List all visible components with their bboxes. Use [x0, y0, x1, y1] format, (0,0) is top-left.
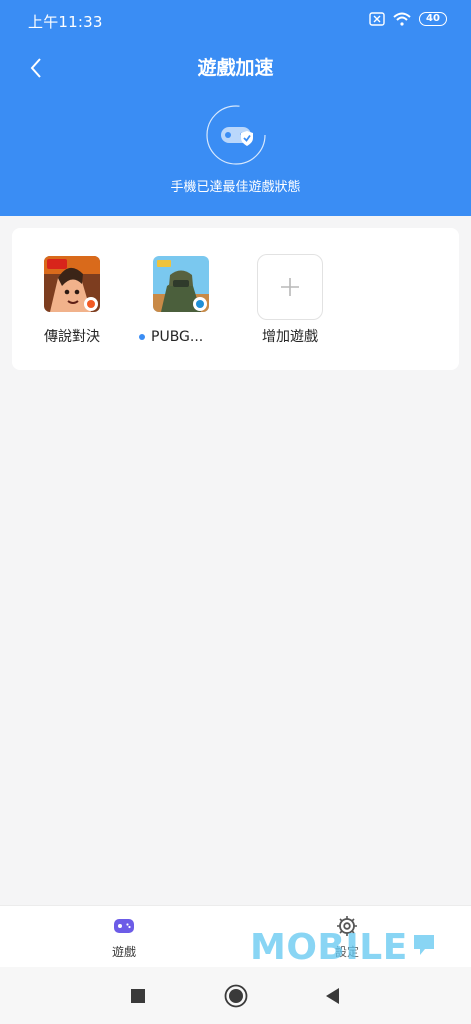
game-icon-pubg[interactable]	[153, 256, 209, 312]
system-nav-bar	[0, 967, 471, 1024]
tab-games-label: 遊戲	[111, 945, 136, 959]
add-game-button[interactable]	[257, 254, 323, 320]
watermark: MOBILE	[250, 929, 440, 969]
game-item-pubg[interactable]: PUBG...	[131, 256, 231, 350]
plus-icon	[281, 278, 299, 296]
watermark-text: MOBILE	[250, 927, 408, 968]
accelerated-status-dot	[139, 334, 145, 340]
status-bar: 上午11:33 40	[0, 0, 471, 40]
game-label-pubg: PUBG...	[151, 329, 204, 345]
game-item-arena-of-valor[interactable]: 傳說對決	[22, 256, 122, 350]
games-card: 傳說對決 PUBG... 增加遊戲	[12, 228, 459, 370]
home-icon[interactable]	[224, 984, 248, 1008]
game-label-arena-of-valor: 傳說對決	[44, 329, 100, 345]
gamepad-icon	[114, 919, 134, 933]
game-icon-arena-of-valor[interactable]	[44, 256, 100, 312]
status-graphic	[205, 104, 267, 166]
page-title: 遊戲加速	[197, 57, 274, 79]
wifi-icon	[393, 12, 411, 26]
back-triangle-icon[interactable]	[324, 987, 340, 1005]
header: 上午11:33 40 遊戲加速 手機已達最佳遊戲狀態	[0, 0, 471, 216]
status-message: 手機已達最佳遊戲狀態	[170, 180, 301, 195]
status-time: 上午11:33	[28, 13, 103, 31]
speech-bubble-icon	[414, 935, 434, 955]
sim-status-icon	[369, 12, 385, 26]
recents-icon[interactable]	[130, 988, 146, 1004]
battery-indicator: 40	[419, 12, 447, 26]
add-game-label: 增加遊戲	[262, 329, 318, 345]
status-icons: 40	[369, 12, 447, 26]
tab-games[interactable]: 遊戲	[84, 914, 164, 964]
shield-check-icon	[241, 131, 253, 146]
